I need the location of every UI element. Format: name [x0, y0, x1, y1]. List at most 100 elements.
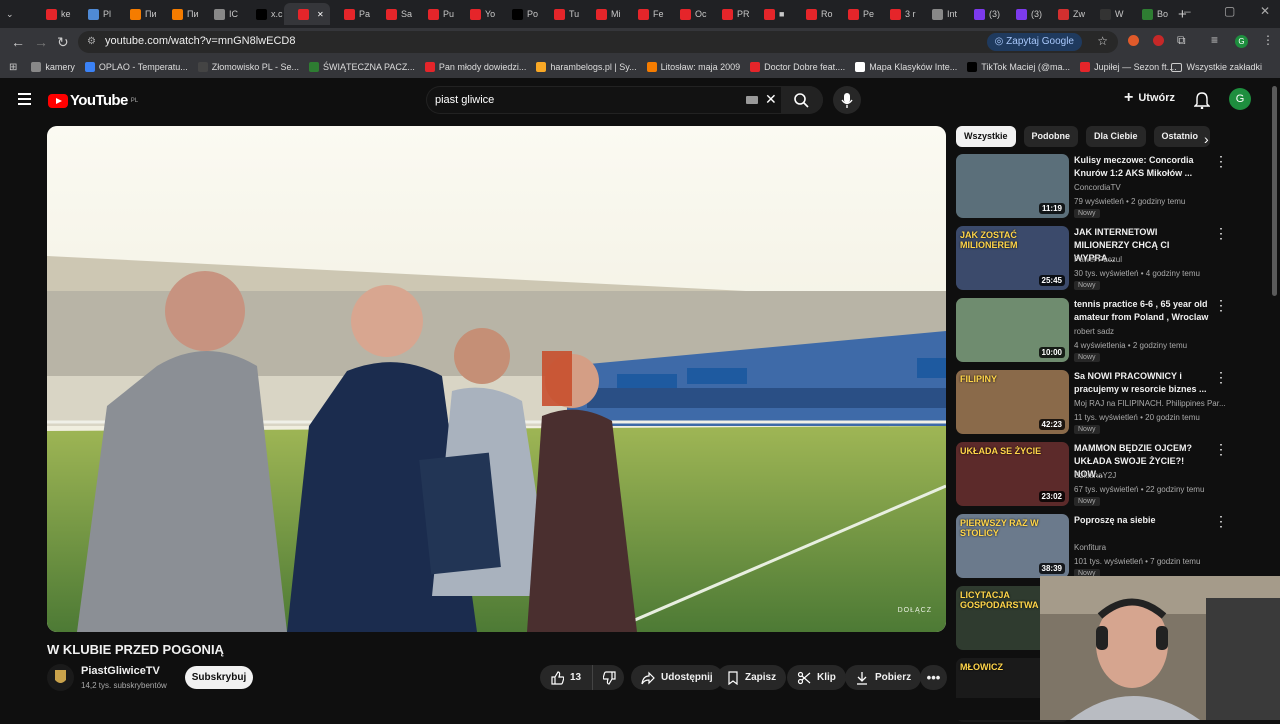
browser-tab[interactable]: Ro	[792, 3, 834, 25]
bookmark-item[interactable]: TikTok Maciej (@ma...	[967, 62, 1070, 72]
bookmark-item[interactable]: Doctor Dobre feat....	[750, 62, 845, 72]
recommended-video[interactable]: UKŁADA SE ŻYCIE 23:02 MAMMON BĘDZIE OJCEM?…	[956, 442, 1256, 508]
bookmark-item[interactable]: kamery	[31, 62, 75, 72]
browser-tab[interactable]: Oc	[666, 3, 708, 25]
search-input[interactable]: piast gliwice	[435, 94, 494, 106]
browser-tab[interactable]: ■	[750, 3, 792, 25]
extensions-puzzle-icon[interactable]: ⧉	[1177, 33, 1186, 48]
recommended-channel[interactable]: SzklanaY2J	[1074, 471, 1116, 480]
browser-tab[interactable]: Bo	[1128, 3, 1170, 25]
browser-tab[interactable]: Пи	[158, 3, 200, 25]
chip-all[interactable]: Wszystkie	[956, 126, 1016, 147]
recommended-video[interactable]: JAK ZOSTAĆ MILIONEREM 25:45 JAK INTERNETOW…	[956, 226, 1256, 292]
video-thumbnail[interactable]: JAK ZOSTAĆ MILIONEREM 25:45	[956, 226, 1069, 290]
browser-tab[interactable]: IC	[200, 3, 242, 25]
account-avatar[interactable]: G	[1229, 88, 1251, 110]
browser-tab[interactable]: ke	[32, 3, 74, 25]
more-options-icon[interactable]: ⋮	[1214, 226, 1228, 240]
recommended-video[interactable]: 11:19 Kulisy meczowe: Concordia Knurów 1:…	[956, 154, 1256, 220]
hamburger-menu-icon[interactable]	[18, 93, 31, 105]
maximize-icon[interactable]: ▢	[1224, 4, 1235, 18]
recommended-channel[interactable]: Konfitura	[1074, 543, 1106, 552]
channel-avatar[interactable]	[47, 664, 74, 691]
browser-tab[interactable]: Yo	[456, 3, 498, 25]
voice-search-button[interactable]	[833, 86, 861, 114]
recommended-channel[interactable]: ConcordiaTV	[1074, 183, 1121, 192]
video-thumbnail[interactable]: 10:00	[956, 298, 1069, 362]
video-thumbnail[interactable]: FILIPINY 42:23	[956, 370, 1069, 434]
recommended-channel[interactable]: robert sadz	[1074, 327, 1114, 336]
chip-for-you[interactable]: Dla Ciebie	[1086, 126, 1146, 147]
recommended-title[interactable]: tennis practice 6-6 , 65 year old amateu…	[1074, 298, 1212, 324]
tab-list-button[interactable]: ⌄	[0, 3, 32, 25]
download-button[interactable]: Pobierz	[845, 665, 922, 690]
browser-tab[interactable]: Tu	[540, 3, 582, 25]
video-player[interactable]: DOŁĄCZ	[47, 126, 946, 632]
back-icon[interactable]: ←	[11, 34, 25, 50]
recommended-video[interactable]: 10:00 tennis practice 6-6 , 65 year old a…	[956, 298, 1256, 364]
recommended-video[interactable]: FILIPINY 42:23 Sa NOWI PRACOWNICY i pracuj…	[956, 370, 1256, 436]
media-icon[interactable]: ≡	[1211, 33, 1218, 47]
profile-avatar[interactable]: G	[1235, 35, 1248, 48]
more-options-icon[interactable]: ⋮	[1214, 442, 1228, 456]
close-window-icon[interactable]: ✕	[1260, 4, 1270, 18]
recommended-title[interactable]: Sa NOWI PRACOWNICY i pracujemy w resorci…	[1074, 370, 1212, 396]
channel-name[interactable]: PiastGliwiceTV	[81, 665, 160, 677]
dislike-button[interactable]	[592, 665, 624, 690]
browser-tab[interactable]: Pl	[74, 3, 116, 25]
video-thumbnail[interactable]: 11:19	[956, 154, 1069, 218]
browser-tab[interactable]: Zw	[1044, 3, 1086, 25]
bookmark-item[interactable]: Jupiłej — Sezon ft....	[1080, 62, 1177, 72]
chips-next-icon[interactable]: ›	[1204, 131, 1209, 147]
bookmark-item[interactable]: Litosław: maja 2009	[646, 62, 740, 72]
browser-tab[interactable]: Pu	[414, 3, 456, 25]
browser-tab[interactable]: W	[1086, 3, 1128, 25]
extension-icon[interactable]	[1128, 35, 1139, 46]
browser-tab[interactable]: Pe	[834, 3, 876, 25]
browser-tab[interactable]: Sa	[372, 3, 414, 25]
address-bar[interactable]: ⚙ youtube.com/watch?v=mnGN8lwECD8 ◎ Zapy…	[78, 31, 1118, 53]
browser-tab[interactable]: Pa	[330, 3, 372, 25]
forward-icon[interactable]: →	[34, 34, 48, 50]
more-options-icon[interactable]: ⋮	[1214, 154, 1228, 168]
browser-tab[interactable]: ✕	[284, 3, 330, 25]
site-info-icon[interactable]: ⚙	[87, 36, 96, 47]
search-box[interactable]: piast gliwice ✕	[426, 86, 823, 114]
browser-tab[interactable]: x.c	[242, 3, 284, 25]
notifications-bell-icon[interactable]	[1194, 91, 1210, 109]
url-text[interactable]: youtube.com/watch?v=mnGN8lwECD8	[105, 35, 295, 47]
browser-tab[interactable]: Fe	[624, 3, 666, 25]
more-options-icon[interactable]: ⋮	[1214, 298, 1228, 312]
create-button[interactable]: + Utwórz	[1124, 90, 1175, 106]
save-button[interactable]: Zapisz	[717, 665, 787, 690]
close-tab-icon[interactable]: ✕	[317, 10, 324, 19]
browser-tab[interactable]: (3)	[960, 3, 1002, 25]
adblock-icon[interactable]	[1153, 35, 1164, 46]
recommended-title[interactable]: Poproszę na siebie	[1074, 514, 1212, 527]
clear-search-icon[interactable]: ✕	[765, 91, 777, 108]
youtube-logo[interactable]: YouTube PL	[48, 92, 138, 109]
browser-tab[interactable]: PR	[708, 3, 750, 25]
bookmark-item[interactable]: Złomowisko PL - Se...	[197, 62, 299, 72]
clip-button[interactable]: Klip	[787, 665, 846, 690]
browser-tab[interactable]: 3 r	[876, 3, 918, 25]
new-tab-button[interactable]: +	[1170, 6, 1195, 23]
chip-recent[interactable]: Ostatnio	[1153, 126, 1210, 147]
more-actions-button[interactable]: •••	[920, 665, 947, 690]
apps-grid-icon[interactable]: ⊞	[9, 62, 17, 73]
browser-tab[interactable]: Пи	[116, 3, 158, 25]
browser-tab[interactable]: Int	[918, 3, 960, 25]
recommended-video[interactable]: PIERWSZY RAZ W STOLICY 38:39 Poproszę na s…	[956, 514, 1256, 580]
bookmark-item[interactable]: Mapa Klasyków Inte...	[855, 62, 957, 72]
video-thumbnail[interactable]: PIERWSZY RAZ W STOLICY 38:39	[956, 514, 1069, 578]
keyboard-icon[interactable]	[746, 96, 758, 104]
bookmark-item[interactable]: ŚWIĄTECZNA PACZ...	[308, 62, 415, 72]
bookmark-star-icon[interactable]: ☆	[1097, 34, 1108, 48]
recommended-channel[interactable]: Moj RAJ na FILIPINACH. Philippines Par..…	[1074, 399, 1226, 408]
bookmark-item[interactable]: OPLAO - Temperatu...	[84, 62, 188, 72]
browser-menu-icon[interactable]: ⋮	[1262, 33, 1274, 47]
reload-icon[interactable]: ↻	[57, 34, 69, 51]
chip-related[interactable]: Podobne	[1023, 126, 1079, 147]
ask-google-button[interactable]: ◎ Zapytaj Google	[986, 33, 1082, 51]
subscribe-button[interactable]: Subskrybuj	[185, 666, 253, 689]
